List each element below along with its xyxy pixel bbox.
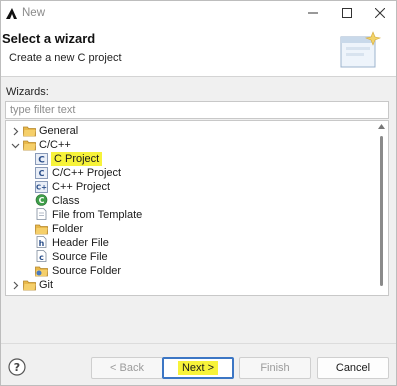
cpp-project-icon: C+ <box>35 181 48 193</box>
new-wizard-dialog: New Select a wizard Create a new C proje… <box>0 0 397 386</box>
folder-icon <box>23 280 36 291</box>
help-icon[interactable]: ? <box>8 358 26 376</box>
svg-text:h: h <box>39 239 45 248</box>
tree-item-header-file[interactable]: h Header File <box>6 236 374 250</box>
tree-item-label: General <box>39 125 79 137</box>
c-cpp-project-icon: C <box>35 167 48 179</box>
tree-item-label: Header File <box>52 237 109 249</box>
tree-item-general[interactable]: General <box>6 124 374 138</box>
scrollbar-thumb[interactable] <box>380 136 383 286</box>
tree-item-label: Folder <box>52 223 84 235</box>
app-logo-icon <box>6 8 17 19</box>
close-button[interactable] <box>363 1 397 25</box>
minimize-button[interactable] <box>296 1 330 25</box>
tree-item-source-file[interactable]: c Source File <box>6 250 374 264</box>
tree-item-label: Git <box>39 279 54 291</box>
back-button[interactable]: < Back <box>91 357 163 379</box>
svg-text:C+: C+ <box>36 184 47 192</box>
file-template-icon <box>36 208 47 220</box>
maximize-button[interactable] <box>330 1 364 25</box>
tree-item-c-cpp[interactable]: C/C++ <box>6 138 374 152</box>
tree-item-label: Class <box>52 195 80 207</box>
divider <box>1 343 396 344</box>
finish-button[interactable]: Finish <box>239 357 311 379</box>
scroll-up-icon[interactable] <box>378 124 385 129</box>
wizard-banner: Select a wizard Create a new C project <box>1 25 396 77</box>
tree-item-label: File from Template <box>52 209 143 221</box>
close-icon <box>375 8 385 18</box>
minimize-icon <box>308 12 318 14</box>
source-folder-icon <box>35 266 48 277</box>
svg-text:C: C <box>39 196 45 205</box>
svg-text:C: C <box>39 169 45 178</box>
tree-item-c-cpp-project[interactable]: C C/C++ Project <box>6 166 374 180</box>
tree-item-cpp-project[interactable]: C+ C++ Project <box>6 180 374 194</box>
window-title: New <box>22 7 46 19</box>
title-bar: New <box>1 1 396 25</box>
tree-item-c-project[interactable]: C C Project <box>6 152 374 166</box>
tree-item-label: C/C++ Project <box>52 167 122 179</box>
wizards-label: Wizards: <box>6 86 49 98</box>
chevron-down-icon[interactable] <box>11 141 20 150</box>
svg-text:?: ? <box>14 361 20 374</box>
svg-text:c: c <box>39 253 44 262</box>
tree-item-label: C++ Project <box>52 181 111 193</box>
filter-input[interactable] <box>5 101 389 119</box>
tree-item-label: Source File <box>52 251 108 263</box>
maximize-icon <box>342 8 352 18</box>
c-project-icon: C <box>35 153 48 165</box>
header-file-icon: h <box>36 236 47 248</box>
tree-item-class[interactable]: C Class <box>6 194 374 208</box>
source-file-icon: c <box>36 250 47 262</box>
tree-scrollbar[interactable] <box>375 121 388 295</box>
tree-item-folder[interactable]: Folder <box>6 222 374 236</box>
tree-item-label: C Project <box>51 152 103 166</box>
wizard-tree: General C/C++ C C Project C C/C++ Projec… <box>5 120 389 296</box>
svg-text:C: C <box>38 156 45 166</box>
class-icon: C <box>35 194 48 206</box>
tree-item-label: Source Folder <box>52 265 122 277</box>
next-button-label: Next > <box>177 361 219 375</box>
tree-item-file-from-template[interactable]: File from Template <box>6 208 374 222</box>
chevron-right-icon[interactable] <box>11 281 20 290</box>
folder-icon <box>23 126 36 137</box>
folder-icon <box>23 140 36 151</box>
tree-item-source-folder[interactable]: Source Folder <box>6 264 374 278</box>
cancel-button[interactable]: Cancel <box>317 357 389 379</box>
next-button[interactable]: Next > <box>162 357 234 379</box>
new-wizard-banner-icon <box>340 31 382 68</box>
tree-item-label: C/C++ <box>39 139 71 151</box>
banner-subtitle: Create a new C project <box>9 52 122 64</box>
chevron-right-icon[interactable] <box>11 127 20 136</box>
banner-title: Select a wizard <box>2 31 96 46</box>
folder-icon <box>35 224 48 235</box>
tree-item-git[interactable]: Git <box>6 278 374 292</box>
